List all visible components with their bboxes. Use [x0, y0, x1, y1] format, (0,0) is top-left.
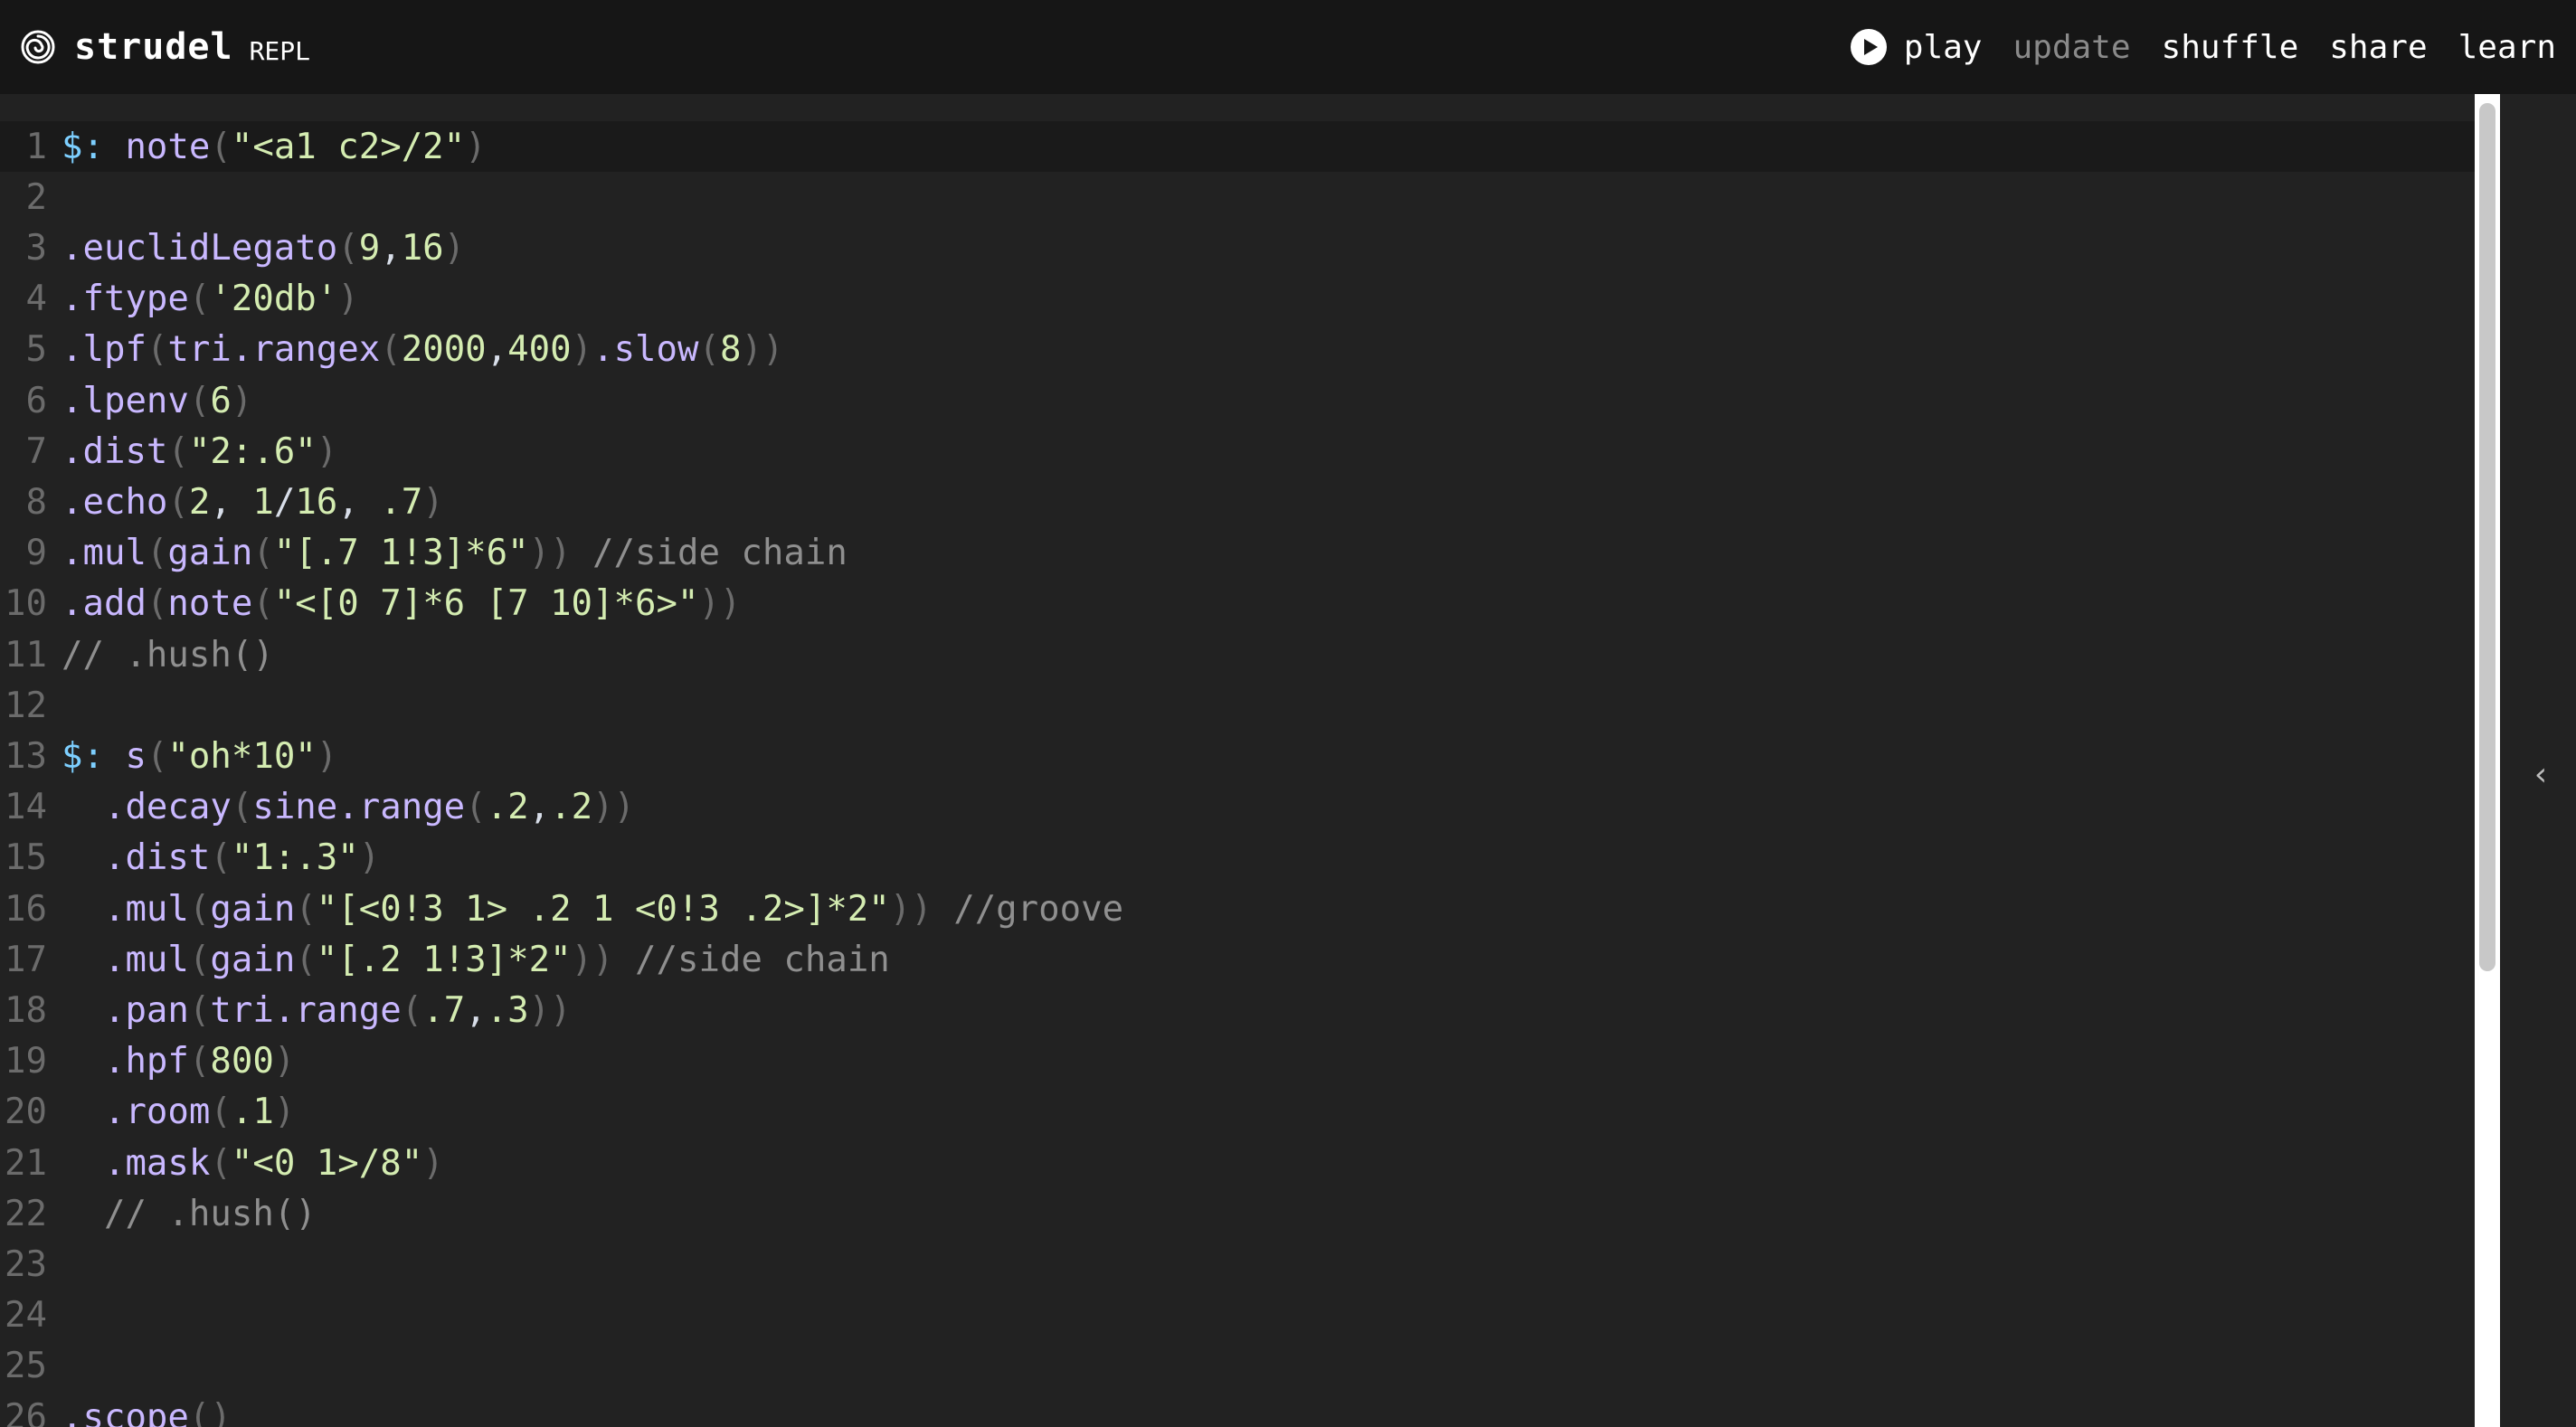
code-line[interactable]: 1 $: note("<a1 c2>/2") [0, 121, 2475, 172]
code-line[interactable]: 25 [0, 1341, 2475, 1392]
line-number: 1 [25, 126, 47, 167]
code-line[interactable]: 11 // .hush() [0, 629, 2475, 680]
code-line[interactable]: 4 .ftype('20db') [0, 274, 2475, 325]
app-subtitle: REPL [249, 35, 311, 66]
code-line[interactable]: 9 .mul(gain("[.7 1!3]*6")) //side chain [0, 528, 2475, 579]
code-editor[interactable]: 1 $: note("<a1 c2>/2") 2 3 .euclidLegato(9,1… [0, 94, 2475, 1427]
line-number: 8 [25, 481, 47, 523]
scrollbar-thumb[interactable] [2479, 103, 2496, 971]
line-code[interactable]: .room(.1) [62, 1092, 295, 1132]
app-title: strudel [74, 26, 233, 68]
line-code[interactable]: $: note("<a1 c2>/2") [62, 127, 487, 167]
line-number: 16 [5, 888, 47, 930]
line-code[interactable]: .mul(gain("[.2 1!3]*2")) //side chain [62, 940, 890, 980]
line-number: 13 [5, 735, 47, 777]
code-line[interactable]: 17 .mul(gain("[.2 1!3]*2")) //side chain [0, 934, 2475, 985]
editor-scrollbar[interactable] [2475, 94, 2500, 1427]
play-button[interactable]: play [1850, 28, 1983, 66]
code-line[interactable]: 7 .dist("2:.6") [0, 426, 2475, 477]
play-label: play [1903, 28, 1983, 66]
line-number: 26 [5, 1396, 47, 1427]
line-number: 25 [5, 1346, 47, 1387]
code-line[interactable]: 3 .euclidLegato(9,16) [0, 222, 2475, 273]
line-number: 6 [25, 380, 47, 421]
line-code[interactable]: // .hush() [62, 635, 274, 676]
line-code[interactable]: .scope() [62, 1397, 232, 1427]
share-button[interactable]: share [2329, 29, 2427, 66]
shuffle-button[interactable]: shuffle [2162, 29, 2299, 66]
code-line[interactable]: 23 [0, 1239, 2475, 1290]
code-line[interactable]: 21 .mask("<0 1>/8") [0, 1138, 2475, 1188]
code-line[interactable]: 2 [0, 172, 2475, 222]
line-number: 10 [5, 583, 47, 625]
code-line[interactable]: 12 [0, 680, 2475, 731]
line-number: 18 [5, 989, 47, 1031]
code-line[interactable]: 15 .dist("1:.3") [0, 833, 2475, 884]
line-code[interactable]: // .hush() [62, 1194, 317, 1234]
line-number: 9 [25, 533, 47, 574]
app-header: strudel REPL play update shuffle share l… [0, 0, 2576, 94]
code-line[interactable]: 20 .room(.1) [0, 1087, 2475, 1138]
line-number: 17 [5, 939, 47, 980]
code-line[interactable]: 26 .scope() [0, 1392, 2475, 1427]
code-line[interactable]: 13 $: s("oh*10") [0, 731, 2475, 781]
line-code[interactable]: .lpenv(6) [62, 381, 252, 421]
code-line[interactable]: 16 .mul(gain("[<0!3 1> .2 1 <0!3 .2>]*2"… [0, 884, 2475, 934]
learn-label: learn [2458, 28, 2556, 66]
code-line[interactable]: 18 .pan(tri.range(.7,.3)) [0, 985, 2475, 1035]
line-code[interactable]: .pan(tri.range(.7,.3)) [62, 990, 572, 1031]
spiral-icon[interactable] [20, 29, 56, 65]
line-code[interactable]: .dist("1:.3") [62, 837, 380, 878]
line-number: 19 [5, 1041, 47, 1082]
line-number: 14 [5, 787, 47, 828]
line-code[interactable]: .decay(sine.range(.2,.2)) [62, 787, 635, 827]
code-line[interactable]: 5 .lpf(tri.rangex(2000,400).slow(8)) [0, 325, 2475, 375]
line-number: 3 [25, 227, 47, 269]
line-number: 12 [5, 685, 47, 726]
line-number: 21 [5, 1142, 47, 1184]
line-code[interactable]: .lpf(tri.rangex(2000,400).slow(8)) [62, 329, 783, 370]
line-number: 11 [5, 634, 47, 676]
shuffle-label: shuffle [2161, 28, 2299, 66]
line-number: 23 [5, 1243, 47, 1285]
code-line[interactable]: 6 .lpenv(6) [0, 375, 2475, 426]
code-line[interactable]: 24 [0, 1290, 2475, 1341]
line-number: 22 [5, 1193, 47, 1234]
line-code[interactable]: .ftype('20db') [62, 279, 359, 319]
line-code[interactable]: .add(note("<[0 7]*6 [7 10]*6>")) [62, 583, 741, 624]
line-code[interactable]: .dist("2:.6") [62, 431, 337, 472]
line-code[interactable]: .hpf(800) [62, 1041, 295, 1082]
line-number: 7 [25, 430, 47, 472]
chevron-left-icon[interactable]: ‹ [2527, 756, 2554, 793]
play-circle-icon [1850, 29, 1887, 65]
code-line[interactable]: 8 .echo(2, 1/16, .7) [0, 477, 2475, 527]
line-number: 4 [25, 279, 47, 320]
line-number: 2 [25, 176, 47, 218]
code-line[interactable]: 19 .hpf(800) [0, 1036, 2475, 1087]
line-code[interactable]: .mul(gain("[<0!3 1> .2 1 <0!3 .2>]*2")) … [62, 889, 1123, 930]
line-code[interactable]: .mul(gain("[.7 1!3]*6")) //side chain [62, 533, 848, 573]
code-line[interactable]: 14 .decay(sine.range(.2,.2)) [0, 782, 2475, 833]
share-label: share [2329, 28, 2428, 66]
line-code[interactable]: .echo(2, 1/16, .7) [62, 482, 444, 523]
header-nav: play update shuffle share learn [1819, 28, 2556, 66]
learn-button[interactable]: learn [2458, 29, 2556, 66]
line-code[interactable]: $: s("oh*10") [62, 736, 337, 777]
line-number: 5 [25, 329, 47, 371]
update-label: update [2012, 28, 2131, 66]
line-number: 20 [5, 1092, 47, 1133]
code-line[interactable]: 10 .add(note("<[0 7]*6 [7 10]*6>")) [0, 579, 2475, 629]
line-code[interactable]: .mask("<0 1>/8") [62, 1143, 444, 1184]
line-number: 24 [5, 1295, 47, 1337]
line-number: 15 [5, 837, 47, 879]
brand: strudel REPL [20, 26, 310, 68]
line-code[interactable]: .euclidLegato(9,16) [62, 228, 465, 269]
update-button[interactable]: update [2012, 29, 2130, 66]
code-line[interactable]: 22 // .hush() [0, 1188, 2475, 1239]
